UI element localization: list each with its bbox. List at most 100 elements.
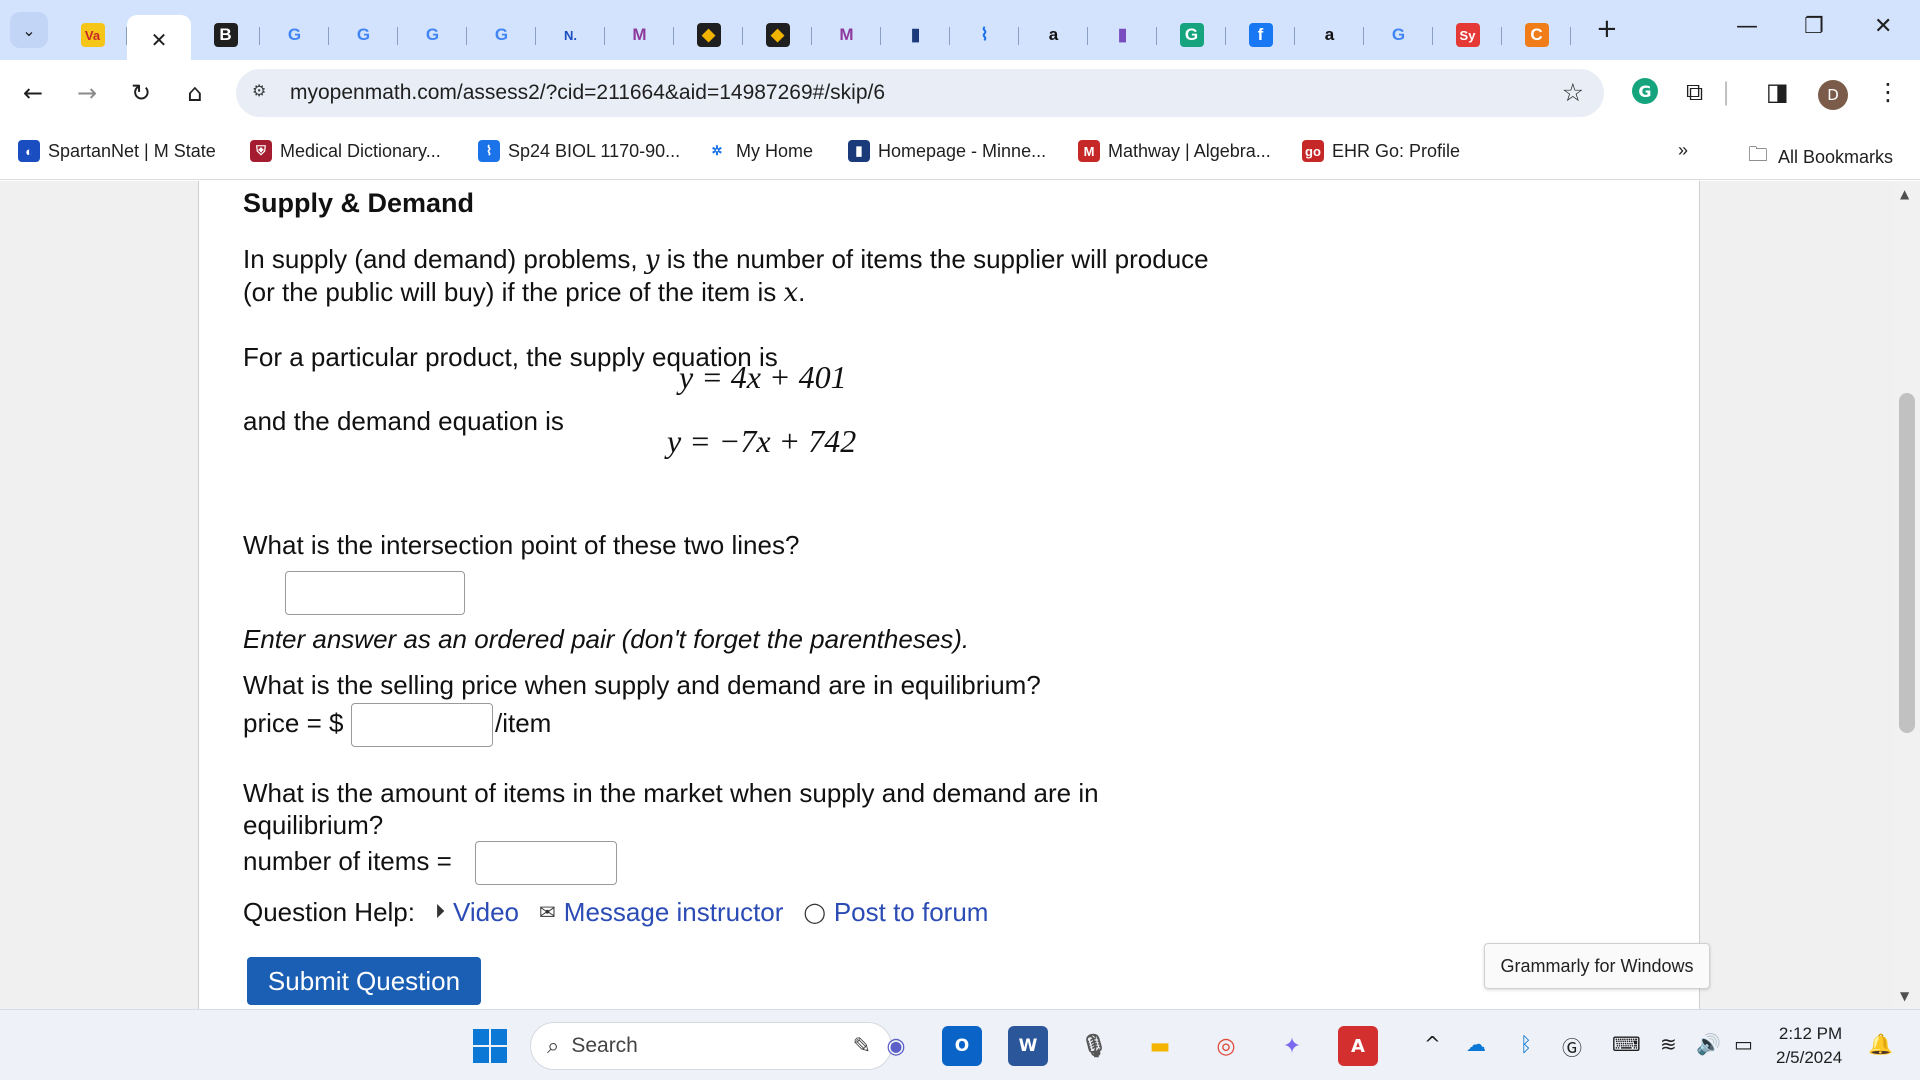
microphone-app-icon[interactable]: 🎙 <box>1074 1026 1114 1066</box>
file-explorer-icon[interactable]: ▬ <box>1140 1026 1180 1066</box>
word-icon[interactable]: W <box>1008 1026 1048 1066</box>
tab-favicon-icon: G <box>1391 25 1406 44</box>
bookmark-item[interactable]: M Mathway | Algebra... <box>1078 140 1271 162</box>
tab[interactable]: ⌇ <box>950 15 1019 55</box>
new-tab-button[interactable]: + <box>1596 14 1618 44</box>
address-bar[interactable]: ⚙ myopenmath.com/assess2/?cid=211664&aid… <box>236 69 1604 117</box>
tray-overflow-chevron-icon[interactable]: ^ <box>1424 1032 1441 1056</box>
bookmark-favicon-icon: ◐ <box>18 140 40 162</box>
tab[interactable]: G <box>398 15 467 55</box>
submit-question-button[interactable]: Submit Question <box>247 957 481 1005</box>
tab[interactable]: C <box>1502 15 1571 55</box>
home-button[interactable]: ⌂ <box>178 76 212 110</box>
bookmark-item[interactable]: ⛨ Medical Dictionary... <box>250 140 441 162</box>
tab[interactable]: M <box>812 15 881 55</box>
supply-equation-text: y = 4x + 401 <box>679 359 847 395</box>
outlook-icon[interactable]: O <box>942 1026 982 1066</box>
bluetooth-icon[interactable]: ᛒ <box>1520 1032 1532 1056</box>
forward-button[interactable]: → <box>70 76 104 110</box>
profile-avatar[interactable]: D <box>1818 80 1848 110</box>
scroll-up-arrow-icon[interactable]: ▲ <box>1900 187 1909 201</box>
bookmarks-overflow-button[interactable]: » <box>1678 140 1688 161</box>
clock-time: 2:12 PM <box>1778 1024 1843 1043</box>
keyboard-icon[interactable]: ⌨ <box>1612 1032 1641 1056</box>
tab-search-button[interactable]: ⌄ <box>10 12 48 48</box>
tab-favicon-icon: G <box>425 25 440 44</box>
copilot-icon[interactable]: ✦ <box>1272 1026 1312 1066</box>
bookmark-item[interactable]: go EHR Go: Profile <box>1302 140 1460 162</box>
bookmark-item[interactable]: ✲ My Home <box>706 140 813 162</box>
tab[interactable]: G <box>1157 15 1226 55</box>
close-window-button[interactable]: ✕ <box>1874 14 1892 39</box>
bookmark-item[interactable]: ⌇ Sp24 BIOL 1170-90... <box>478 140 680 162</box>
tab[interactable]: M <box>605 15 674 55</box>
page-scrollbar[interactable]: ▲ ▼ <box>1894 181 1920 1009</box>
url-text[interactable]: myopenmath.com/assess2/?cid=211664&aid=1… <box>290 81 885 105</box>
grammarly-extension-icon[interactable]: G <box>1632 78 1658 104</box>
video-link-label: Video <box>452 897 520 927</box>
bookmark-label: Sp24 BIOL 1170-90... <box>508 140 681 161</box>
scroll-down-arrow-icon[interactable]: ▼ <box>1900 989 1909 1003</box>
demand-text: and the demand equation is <box>243 406 564 436</box>
tab[interactable]: ◆ <box>743 15 812 55</box>
question-help-label: Question Help: <box>243 897 415 927</box>
question-title: Supply & Demand <box>243 188 475 218</box>
post-to-forum-link[interactable]: ◯ Post to forum <box>803 897 988 928</box>
bookmark-item[interactable]: ▮ Homepage - Minne... <box>848 140 1046 162</box>
number-of-items-input[interactable] <box>475 841 617 885</box>
menu-kebab-icon[interactable]: ⋮ <box>1876 78 1900 106</box>
bookmark-item[interactable]: ◐ SpartanNet | M State <box>18 140 216 162</box>
volume-icon[interactable]: 🔊 <box>1696 1032 1721 1056</box>
tab[interactable]: G <box>467 15 536 55</box>
var-x: x <box>783 278 799 308</box>
chrome-icon[interactable]: ◎ <box>1206 1026 1246 1066</box>
tab[interactable]: G <box>260 15 329 55</box>
price-input[interactable] <box>351 703 493 747</box>
scroll-thumb[interactable] <box>1899 393 1915 733</box>
site-settings-icon[interactable]: ⚙ <box>252 81 278 105</box>
extensions-icon[interactable]: ⧉ <box>1686 78 1703 106</box>
tab[interactable]: a <box>1295 15 1364 55</box>
battery-icon[interactable]: ▭ <box>1734 1032 1753 1056</box>
onedrive-icon[interactable]: ☁ <box>1466 1032 1486 1056</box>
tab-favicon-icon: ◆ <box>696 23 721 47</box>
tab[interactable]: ▮ <box>1088 15 1157 55</box>
reload-button[interactable]: ↻ <box>124 76 158 110</box>
tab[interactable]: N. <box>536 15 605 55</box>
notification-bell-icon[interactable]: 🔔 <box>1868 1032 1893 1056</box>
tab[interactable]: Va <box>58 15 127 55</box>
tab[interactable]: G <box>1364 15 1433 55</box>
video-link[interactable]: ⏵ Video <box>435 897 519 928</box>
restore-button[interactable]: ❐ <box>1804 14 1824 39</box>
intersection-point-input[interactable] <box>285 571 465 615</box>
minimize-button[interactable]: — <box>1736 14 1758 39</box>
taskbar-search[interactable]: ⌕ Search ✎ <box>530 1022 892 1070</box>
tab[interactable]: ▮ <box>881 15 950 55</box>
start-button[interactable] <box>470 1026 510 1066</box>
acrobat-icon[interactable]: A <box>1338 1026 1378 1066</box>
wifi-icon[interactable]: ≋ <box>1660 1032 1677 1056</box>
all-bookmarks-button[interactable]: 🗀 All Bookmarks <box>1748 140 1893 174</box>
tab-active[interactable]: ✕ <box>127 15 191 65</box>
grammarly-tray-icon[interactable]: Ⓖ <box>1562 1032 1582 1061</box>
tab[interactable]: a <box>1019 15 1088 55</box>
part3-prompt-line: equilibrium? <box>243 810 384 840</box>
tab[interactable]: ◆ <box>674 15 743 55</box>
arrow-right-icon: → <box>76 79 98 107</box>
tab[interactable]: G <box>329 15 398 55</box>
teams-icon[interactable]: ◉ <box>876 1026 916 1066</box>
tab-favicon-icon: M <box>632 25 647 44</box>
demand-equation: y = −7x + 742 <box>667 423 856 460</box>
side-panel-icon[interactable]: ◨ <box>1766 78 1789 106</box>
bookmark-star-icon[interactable]: ☆ <box>1562 78 1584 107</box>
taskbar-clock[interactable]: 2:12 PM 2/5/2024 <box>1776 1022 1842 1070</box>
bookmark-label: SpartanNet | M State <box>48 140 216 161</box>
message-instructor-link[interactable]: ✉ Message instructor <box>539 897 783 928</box>
tab-close-icon[interactable]: ✕ <box>151 28 168 52</box>
part3-prompt-line: What is the amount of items in the marke… <box>243 778 1099 808</box>
tab[interactable]: Sy <box>1433 15 1502 55</box>
tab[interactable]: f <box>1226 15 1295 55</box>
tab[interactable]: B <box>191 15 260 55</box>
back-button[interactable]: ← <box>16 76 50 110</box>
part3-prompt: What is the amount of items in the marke… <box>243 777 1099 841</box>
